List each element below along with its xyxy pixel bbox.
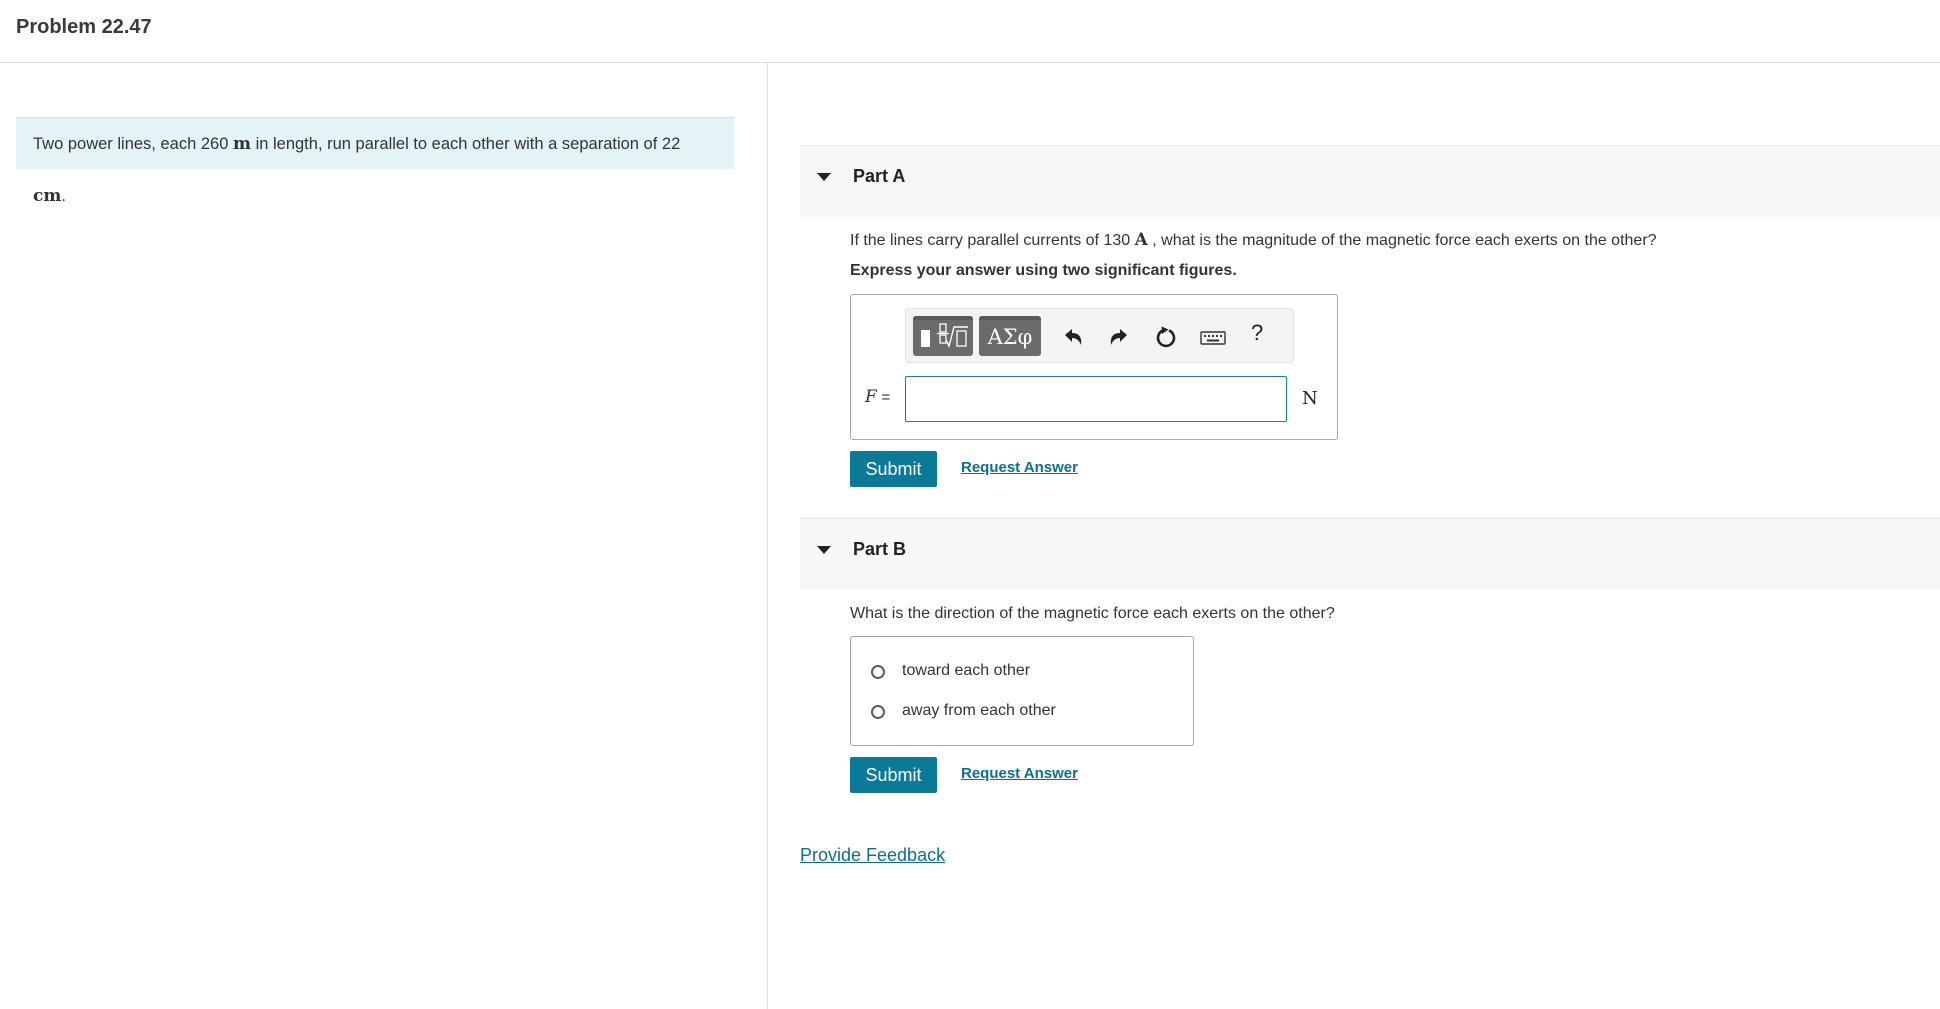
math-toolbar: ΑΣφ ?	[905, 308, 1294, 363]
part-b-label: Part B	[853, 539, 907, 559]
statement-period: .	[61, 187, 66, 205]
part-a-question-text-2: , what is the magnitude of the magnetic …	[1152, 232, 1657, 249]
current-unit: A	[1134, 230, 1148, 250]
variable-label: F =	[865, 387, 890, 407]
separation-unit: cm	[33, 186, 62, 206]
radio-button[interactable]	[871, 665, 885, 679]
provide-feedback-link[interactable]: Provide Feedback	[800, 845, 945, 866]
undo-icon[interactable]	[1059, 324, 1085, 350]
keyboard-icon[interactable]	[1199, 324, 1227, 350]
part-a-submit-button[interactable]: Submit	[850, 451, 937, 487]
top-bar: Problem 22.47	[0, 0, 1940, 63]
templates-icon	[921, 323, 968, 348]
radio-button[interactable]	[871, 705, 885, 719]
part-a-question-text-1: If the lines carry parallel currents of …	[850, 232, 1131, 249]
equals-sign: =	[881, 389, 891, 406]
reset-icon[interactable]	[1153, 324, 1179, 350]
problem-statement: Two power lines, each 260 m in length, r…	[16, 117, 734, 206]
part-a-instruction: Express your answer using two significan…	[850, 262, 1237, 279]
part-a-request-answer-link[interactable]: Request Answer	[961, 459, 1078, 476]
symbols-label: ΑΣφ	[987, 325, 1033, 349]
part-b-header[interactable]: Part B	[800, 518, 1940, 590]
part-b-submit-button[interactable]: Submit	[850, 757, 937, 793]
collapse-caret-icon[interactable]	[817, 546, 831, 554]
part-a-question: If the lines carry parallel currents of …	[850, 230, 1657, 250]
templates-button[interactable]	[913, 316, 973, 356]
answer-input[interactable]	[905, 376, 1287, 422]
answer-options: toward each other away from each other	[850, 636, 1194, 746]
part-a-header[interactable]: Part A	[800, 145, 1940, 217]
part-b-request-answer-link[interactable]: Request Answer	[961, 765, 1078, 782]
part-a-label: Part A	[853, 166, 906, 186]
part-b-question: What is the direction of the magnetic fo…	[850, 605, 1335, 622]
problem-title: Problem 22.47	[16, 16, 152, 38]
variable-name: F	[865, 387, 877, 407]
collapse-caret-icon[interactable]	[817, 173, 831, 181]
symbols-button[interactable]: ΑΣφ	[979, 316, 1041, 356]
problem-statement-pane	[0, 63, 768, 1009]
statement-text-2: in length, run parallel to each other wi…	[255, 135, 681, 153]
length-unit: m	[232, 134, 251, 154]
help-button[interactable]: ?	[1251, 320, 1263, 346]
option-label[interactable]: away from each other	[902, 702, 1056, 720]
option-label[interactable]: toward each other	[902, 662, 1030, 680]
answer-unit: N	[1302, 388, 1318, 409]
answer-entry-box: ΑΣφ ? F = N	[850, 294, 1338, 440]
redo-icon[interactable]	[1107, 324, 1133, 350]
statement-text-1: Two power lines, each 260	[33, 135, 229, 153]
